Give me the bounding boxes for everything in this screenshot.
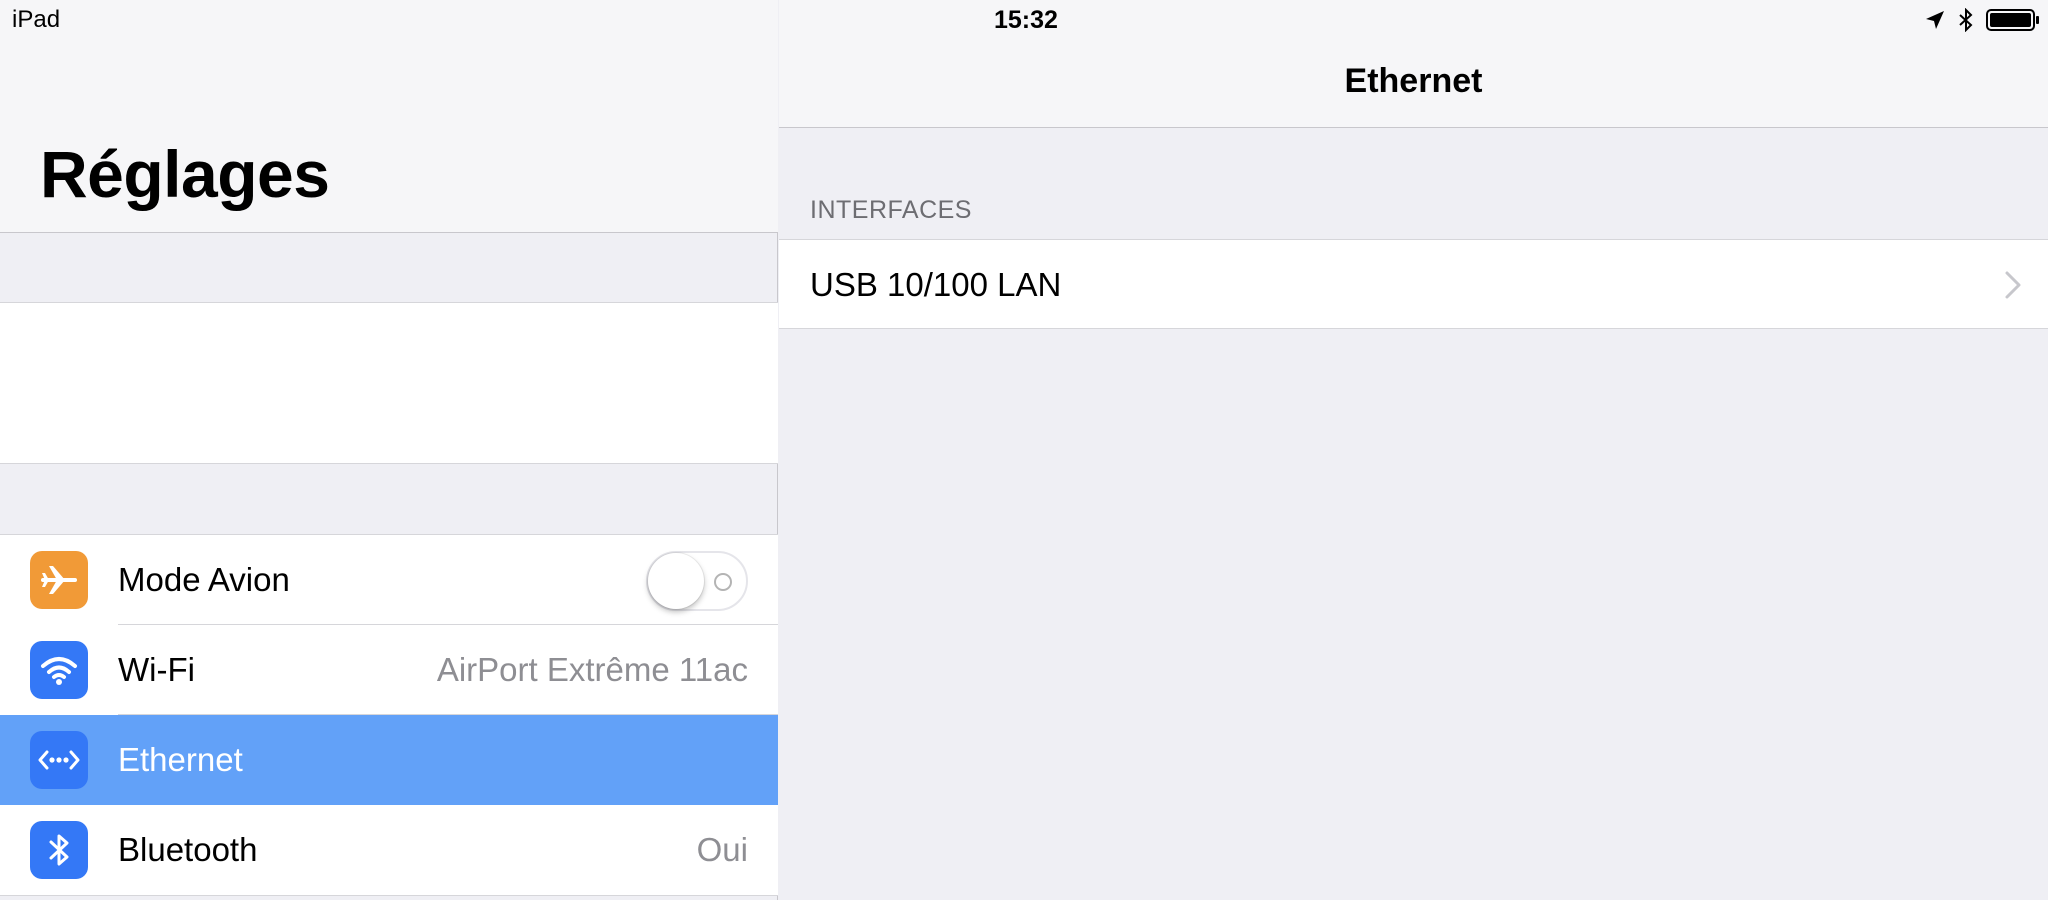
sidebar-item-label: Mode Avion (118, 561, 290, 598)
sidebar-item-airplane-mode[interactable]: Mode Avion (0, 535, 778, 625)
airplane-mode-toggle[interactable] (646, 551, 748, 611)
settings-screen: iPad 15:32 Réglages Mode Avion Wi-Fi Air… (0, 0, 2048, 900)
sidebar-item-value: AirPort Extrême 11ac (436, 651, 748, 688)
airplane-icon (30, 551, 88, 609)
sidebar-item-label: Bluetooth (118, 831, 258, 868)
interface-label: USB 10/100 LAN (810, 266, 1062, 303)
status-indicators (1924, 8, 2040, 32)
detail-pane: Ethernet INTERFACES USB 10/100 LAN (779, 0, 2048, 900)
settings-sidebar: Réglages Mode Avion Wi-Fi AirPort Extrêm… (0, 0, 778, 900)
sidebar-item-label: Wi-Fi (118, 651, 195, 688)
ethernet-icon (30, 731, 88, 789)
status-device-name: iPad (12, 6, 61, 33)
interface-row[interactable]: USB 10/100 LAN (779, 239, 2048, 329)
battery-icon (1986, 8, 2040, 32)
profile-block[interactable] (0, 302, 778, 464)
sidebar-item-label: Ethernet (118, 741, 243, 778)
status-time: 15:32 (994, 6, 1058, 34)
settings-list: Mode Avion Wi-Fi AirPort Extrême 11ac Et… (0, 534, 778, 896)
sidebar-item-value: Oui (696, 831, 748, 868)
toggle-knob (648, 553, 704, 609)
status-bar: iPad 15:32 (0, 0, 2048, 40)
chevron-right-icon (2004, 270, 2022, 305)
toggle-off-indicator (714, 573, 732, 591)
sidebar-item-wifi[interactable]: Wi-Fi AirPort Extrême 11ac (0, 625, 778, 715)
sidebar-item-bluetooth[interactable]: Bluetooth Oui (0, 805, 778, 895)
bluetooth-status-icon (1958, 8, 1974, 32)
page-title: Réglages (40, 137, 330, 211)
section-header: INTERFACES (810, 196, 972, 224)
wifi-icon (30, 641, 88, 699)
detail-title: Ethernet (1344, 62, 1483, 100)
bluetooth-icon (30, 821, 88, 879)
location-arrow-icon (1924, 9, 1946, 31)
sidebar-item-ethernet[interactable]: Ethernet (0, 715, 778, 805)
